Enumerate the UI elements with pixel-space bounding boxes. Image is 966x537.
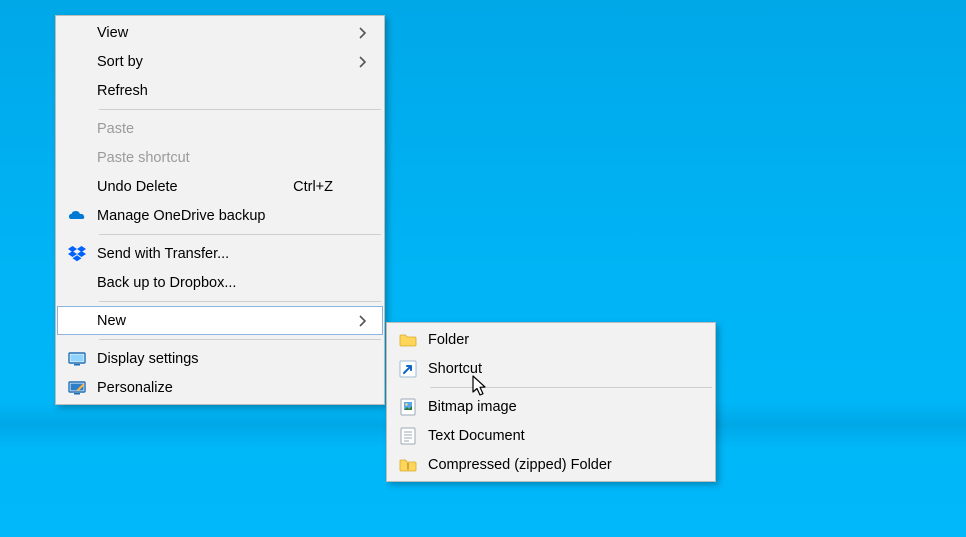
menu-item-label: Send with Transfer... xyxy=(97,246,353,262)
menu-item-label: Back up to Dropbox... xyxy=(97,275,353,291)
chevron-right-icon xyxy=(353,55,373,69)
menu-separator xyxy=(99,339,381,340)
menu-item-manage-onedrive[interactable]: Manage OneDrive backup xyxy=(57,201,383,230)
new-submenu: Folder Shortcut Bitmap image xyxy=(386,322,716,482)
menu-item-label: Personalize xyxy=(97,380,353,396)
menu-item-paste: Paste xyxy=(57,114,383,143)
menu-item-label: Shortcut xyxy=(428,361,704,377)
menu-item-new-compressed-folder[interactable]: Compressed (zipped) Folder xyxy=(388,450,714,479)
menu-item-label: Sort by xyxy=(97,54,353,70)
menu-separator xyxy=(99,234,381,235)
menu-item-label: View xyxy=(97,25,353,41)
menu-item-send-transfer[interactable]: Send with Transfer... xyxy=(57,239,383,268)
menu-item-new-bitmap[interactable]: Bitmap image xyxy=(388,392,714,421)
menu-item-view[interactable]: View xyxy=(57,18,383,47)
menu-item-label: Paste shortcut xyxy=(97,150,353,166)
menu-item-label: Display settings xyxy=(97,351,353,367)
menu-item-label: New xyxy=(97,313,353,329)
menu-item-undo-delete[interactable]: Undo Delete Ctrl+Z xyxy=(57,172,383,201)
chevron-right-icon xyxy=(353,314,373,328)
menu-separator xyxy=(99,109,381,110)
menu-item-label: Folder xyxy=(428,332,704,348)
menu-item-label: Refresh xyxy=(97,83,353,99)
desktop-context-menu: View Sort by Refresh Paste Paste short xyxy=(55,15,385,405)
chevron-right-icon xyxy=(353,26,373,40)
menu-item-label: Bitmap image xyxy=(428,399,704,415)
personalize-icon xyxy=(57,381,97,395)
menu-item-label: Compressed (zipped) Folder xyxy=(428,457,704,473)
menu-item-new-shortcut[interactable]: Shortcut xyxy=(388,354,714,383)
text-document-icon xyxy=(388,427,428,445)
menu-item-label: Undo Delete xyxy=(97,179,293,195)
menu-item-refresh[interactable]: Refresh xyxy=(57,76,383,105)
menu-item-label: Paste xyxy=(97,121,353,137)
display-settings-icon xyxy=(57,352,97,366)
bitmap-image-icon xyxy=(388,398,428,416)
dropbox-icon xyxy=(57,246,97,262)
menu-item-backup-dropbox[interactable]: Back up to Dropbox... xyxy=(57,268,383,297)
menu-item-paste-shortcut: Paste shortcut xyxy=(57,143,383,172)
menu-item-personalize[interactable]: Personalize xyxy=(57,373,383,402)
shortcut-icon xyxy=(388,360,428,378)
menu-item-label: Manage OneDrive backup xyxy=(97,208,353,224)
menu-separator xyxy=(99,301,381,302)
onedrive-icon xyxy=(57,209,97,223)
zip-folder-icon xyxy=(388,458,428,472)
menu-item-label: Text Document xyxy=(428,428,704,444)
menu-item-new-text-document[interactable]: Text Document xyxy=(388,421,714,450)
desktop[interactable]: View Sort by Refresh Paste Paste short xyxy=(0,0,966,537)
folder-icon xyxy=(388,333,428,347)
menu-item-accelerator: Ctrl+Z xyxy=(293,179,353,195)
menu-item-new-folder[interactable]: Folder xyxy=(388,325,714,354)
menu-separator xyxy=(430,387,712,388)
menu-item-sort-by[interactable]: Sort by xyxy=(57,47,383,76)
menu-item-display-settings[interactable]: Display settings xyxy=(57,344,383,373)
menu-item-new[interactable]: New xyxy=(57,306,383,335)
